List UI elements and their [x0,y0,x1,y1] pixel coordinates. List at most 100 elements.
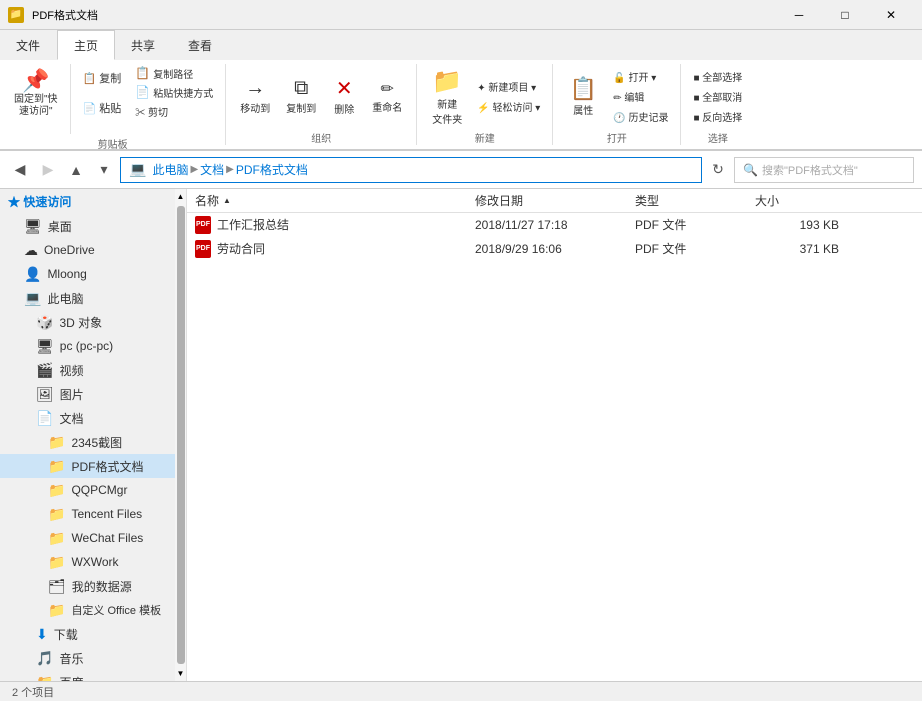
sidebar-item-wxwork[interactable]: 📁 WXWork [0,550,175,574]
sidebar-item-onedrive[interactable]: ☁ OneDrive [0,238,175,262]
sidebar-item-office[interactable]: 📁 自定义 Office 模板 [0,598,175,622]
close-button[interactable]: ✕ [868,0,914,30]
file-area: ▲ ▼ 名称 ▲ 修改日期 类型 大小 [175,189,922,681]
table-row[interactable]: PDF 劳动合同 2018/9/29 16:06 PDF 文件 371 KB [187,237,922,261]
col-header-name[interactable]: 名称 ▲ [187,189,467,213]
properties-button[interactable]: 📋 属性 [561,66,605,126]
ribbon-group-clipboard: 📌 固定到"快 速访问" 📋 复制 📄 粘贴 [0,64,226,145]
back-button[interactable]: ◀ [8,158,32,182]
tab-share[interactable]: 共享 [115,30,172,60]
computer-icon: 💻 [129,161,146,178]
sidebar-item-qqpc[interactable]: 📁 QQPCMgr [0,478,175,502]
documents-icon: 📄 [36,410,53,427]
ribbon-group-open: 📋 属性 🔓 打开 ▾ ✏ 编辑 🕐 历史记录 打开 [553,64,681,145]
rename-button[interactable]: ✏ 重命名 [366,66,408,126]
pin-button[interactable]: 📌 固定到"快 速访问" [8,64,64,124]
folder-2345-icon: 📁 [48,434,65,451]
minimize-button[interactable]: ─ [776,0,822,30]
file-date-2: 2018/9/29 16:06 [467,242,627,256]
tab-view[interactable]: 查看 [172,30,229,60]
table-row[interactable]: PDF 工作汇报总结 2018/11/27 17:18 PDF 文件 193 K… [187,213,922,237]
copy-path-button[interactable]: 📋 复制路径 [131,64,217,82]
ribbon-tabs: 文件 主页 共享 查看 [0,30,922,60]
forward-button[interactable]: ▶ [36,158,60,182]
monitor-icon: 🖥 [36,338,54,355]
copy-button[interactable]: 📋 复制 [77,64,128,92]
refresh-button[interactable]: ↻ [706,158,730,182]
tab-file[interactable]: 文件 [0,30,57,60]
search-placeholder: 搜索"PDF格式文档" [762,162,858,178]
file-list: 名称 ▲ 修改日期 类型 大小 PDF 工作汇报总结 20 [187,189,922,681]
breadcrumb-sep1: ▶ [190,164,198,175]
invert-selection-button[interactable]: ■ 反向选择 [689,107,746,125]
sidebar-item-more[interactable]: 📁 百度... [0,670,175,681]
sidebar-item-documents[interactable]: 📄 文档 [0,406,175,430]
breadcrumb: 💻 此电脑 ▶ 文档 ▶ PDF格式文档 [129,161,308,178]
paste-shortcut-icon: 📄 [135,85,150,99]
delete-button[interactable]: ✕ 删除 [326,66,362,126]
new-folder-button[interactable]: 📁 新建 文件夹 [425,66,469,126]
file-date-1: 2018/11/27 17:18 [467,218,627,232]
search-box[interactable]: 🔍 搜索"PDF格式文档" [734,157,914,183]
breadcrumb-pdfdir[interactable]: PDF格式文档 [236,161,308,178]
title-bar: 📁 PDF格式文档 ─ □ ✕ [0,0,922,30]
file-name-cell-2: PDF 劳动合同 [187,240,467,258]
cut-button[interactable]: ✂ 剪切 [131,102,217,120]
ribbon-group-organize: → 移动到 ⧉ 复制到 ✕ 删除 ✏ 重命名 组织 [226,64,417,145]
sidebar-item-mloong[interactable]: 👤 Mloong [0,262,175,286]
sidebar-item-pictures[interactable]: 🖼 图片 [0,382,175,406]
sidebar-scroll-track: ▲ ▼ [175,189,187,681]
folder-more-icon: 📁 [36,674,53,682]
file-type-1: PDF 文件 [627,216,747,233]
sidebar-item-pcpc[interactable]: 🖥 pc (pc-pc) [0,334,175,358]
sidebar-item-wechat[interactable]: 📁 WeChat Files [0,526,175,550]
scroll-up-arrow[interactable]: ▲ [177,189,185,204]
folder-pdf-icon: 📁 [48,458,65,475]
sidebar-item-video[interactable]: 🎬 视频 [0,358,175,382]
open-button[interactable]: 🔓 打开 ▾ [609,67,672,85]
maximize-button[interactable]: □ [822,0,868,30]
ribbon-group-open-inner: 📋 属性 🔓 打开 ▾ ✏ 编辑 🕐 历史记录 [561,64,672,128]
scroll-down-arrow[interactable]: ▼ [177,666,185,681]
sidebar-item-3d[interactable]: 🎲 3D 对象 [0,310,175,334]
sidebar: ★ ★ 快速访问快速访问 🖥 桌面 ☁ OneDrive 👤 Mloong 💻 … [0,189,175,681]
sidebar-item-desktop[interactable]: 🖥 桌面 [0,214,175,238]
up-button[interactable]: ▲ [64,158,88,182]
paste-icon: 📄 [83,102,97,115]
sidebar-item-downloads[interactable]: ⬇ 下载 [0,622,175,646]
new-small-group: ✦ 新建项目 ▾ ⚡ 轻松访问 ▾ [473,77,544,115]
move-to-button[interactable]: → 移动到 [234,66,276,126]
address-box[interactable]: 💻 此电脑 ▶ 文档 ▶ PDF格式文档 [120,157,702,183]
open-label: 打开 [607,130,627,145]
sidebar-item-2345[interactable]: 📁 2345截图 [0,430,175,454]
breadcrumb-documents[interactable]: 文档 [200,161,224,178]
quick-access-header[interactable]: ★ ★ 快速访问快速访问 [0,189,175,214]
folder-wxwork-icon: 📁 [48,554,65,571]
copy-to-button[interactable]: ⧉ 复制到 [280,66,322,126]
ribbon-group-clipboard-inner: 📌 固定到"快 速访问" 📋 复制 📄 粘贴 [8,64,217,134]
col-header-size[interactable]: 大小 [747,189,847,213]
sidebar-item-thispc[interactable]: 💻 此电脑 [0,286,175,310]
sidebar-item-tencent[interactable]: 📁 Tencent Files [0,502,175,526]
clipboard-label: 剪贴板 [98,136,128,151]
breadcrumb-thispc[interactable]: 此电脑 [152,161,188,178]
paste-shortcut-button[interactable]: 📄 粘贴快捷方式 [131,83,217,101]
new-item-button[interactable]: ✦ 新建项目 ▾ [473,77,544,95]
col-header-date[interactable]: 修改日期 [467,189,627,213]
open-small-group: 🔓 打开 ▾ ✏ 编辑 🕐 历史记录 [609,67,672,125]
select-all-button[interactable]: ■ 全部选择 [689,67,746,85]
sidebar-item-music[interactable]: 🎵 音乐 [0,646,175,670]
edit-button[interactable]: ✏ 编辑 [609,87,672,105]
sidebar-item-mydata[interactable]: 🗂 我的数据源 [0,574,175,598]
deselect-all-button[interactable]: ■ 全部取消 [689,87,746,105]
desktop-icon: 🖥 [24,218,42,235]
easy-access-button[interactable]: ⚡ 轻松访问 ▾ [473,97,544,115]
col-header-type[interactable]: 类型 [627,189,747,213]
rename-icon: ✏ [381,79,394,99]
history-button[interactable]: 🕐 历史记录 [609,107,672,125]
recent-locations-button[interactable]: ▾ [92,158,116,182]
tab-home[interactable]: 主页 [57,30,115,60]
scroll-thumb[interactable] [177,206,185,664]
paste-button[interactable]: 📄 粘贴 [77,94,128,122]
sidebar-item-pdfdir[interactable]: 📁 PDF格式文档 [0,454,175,478]
